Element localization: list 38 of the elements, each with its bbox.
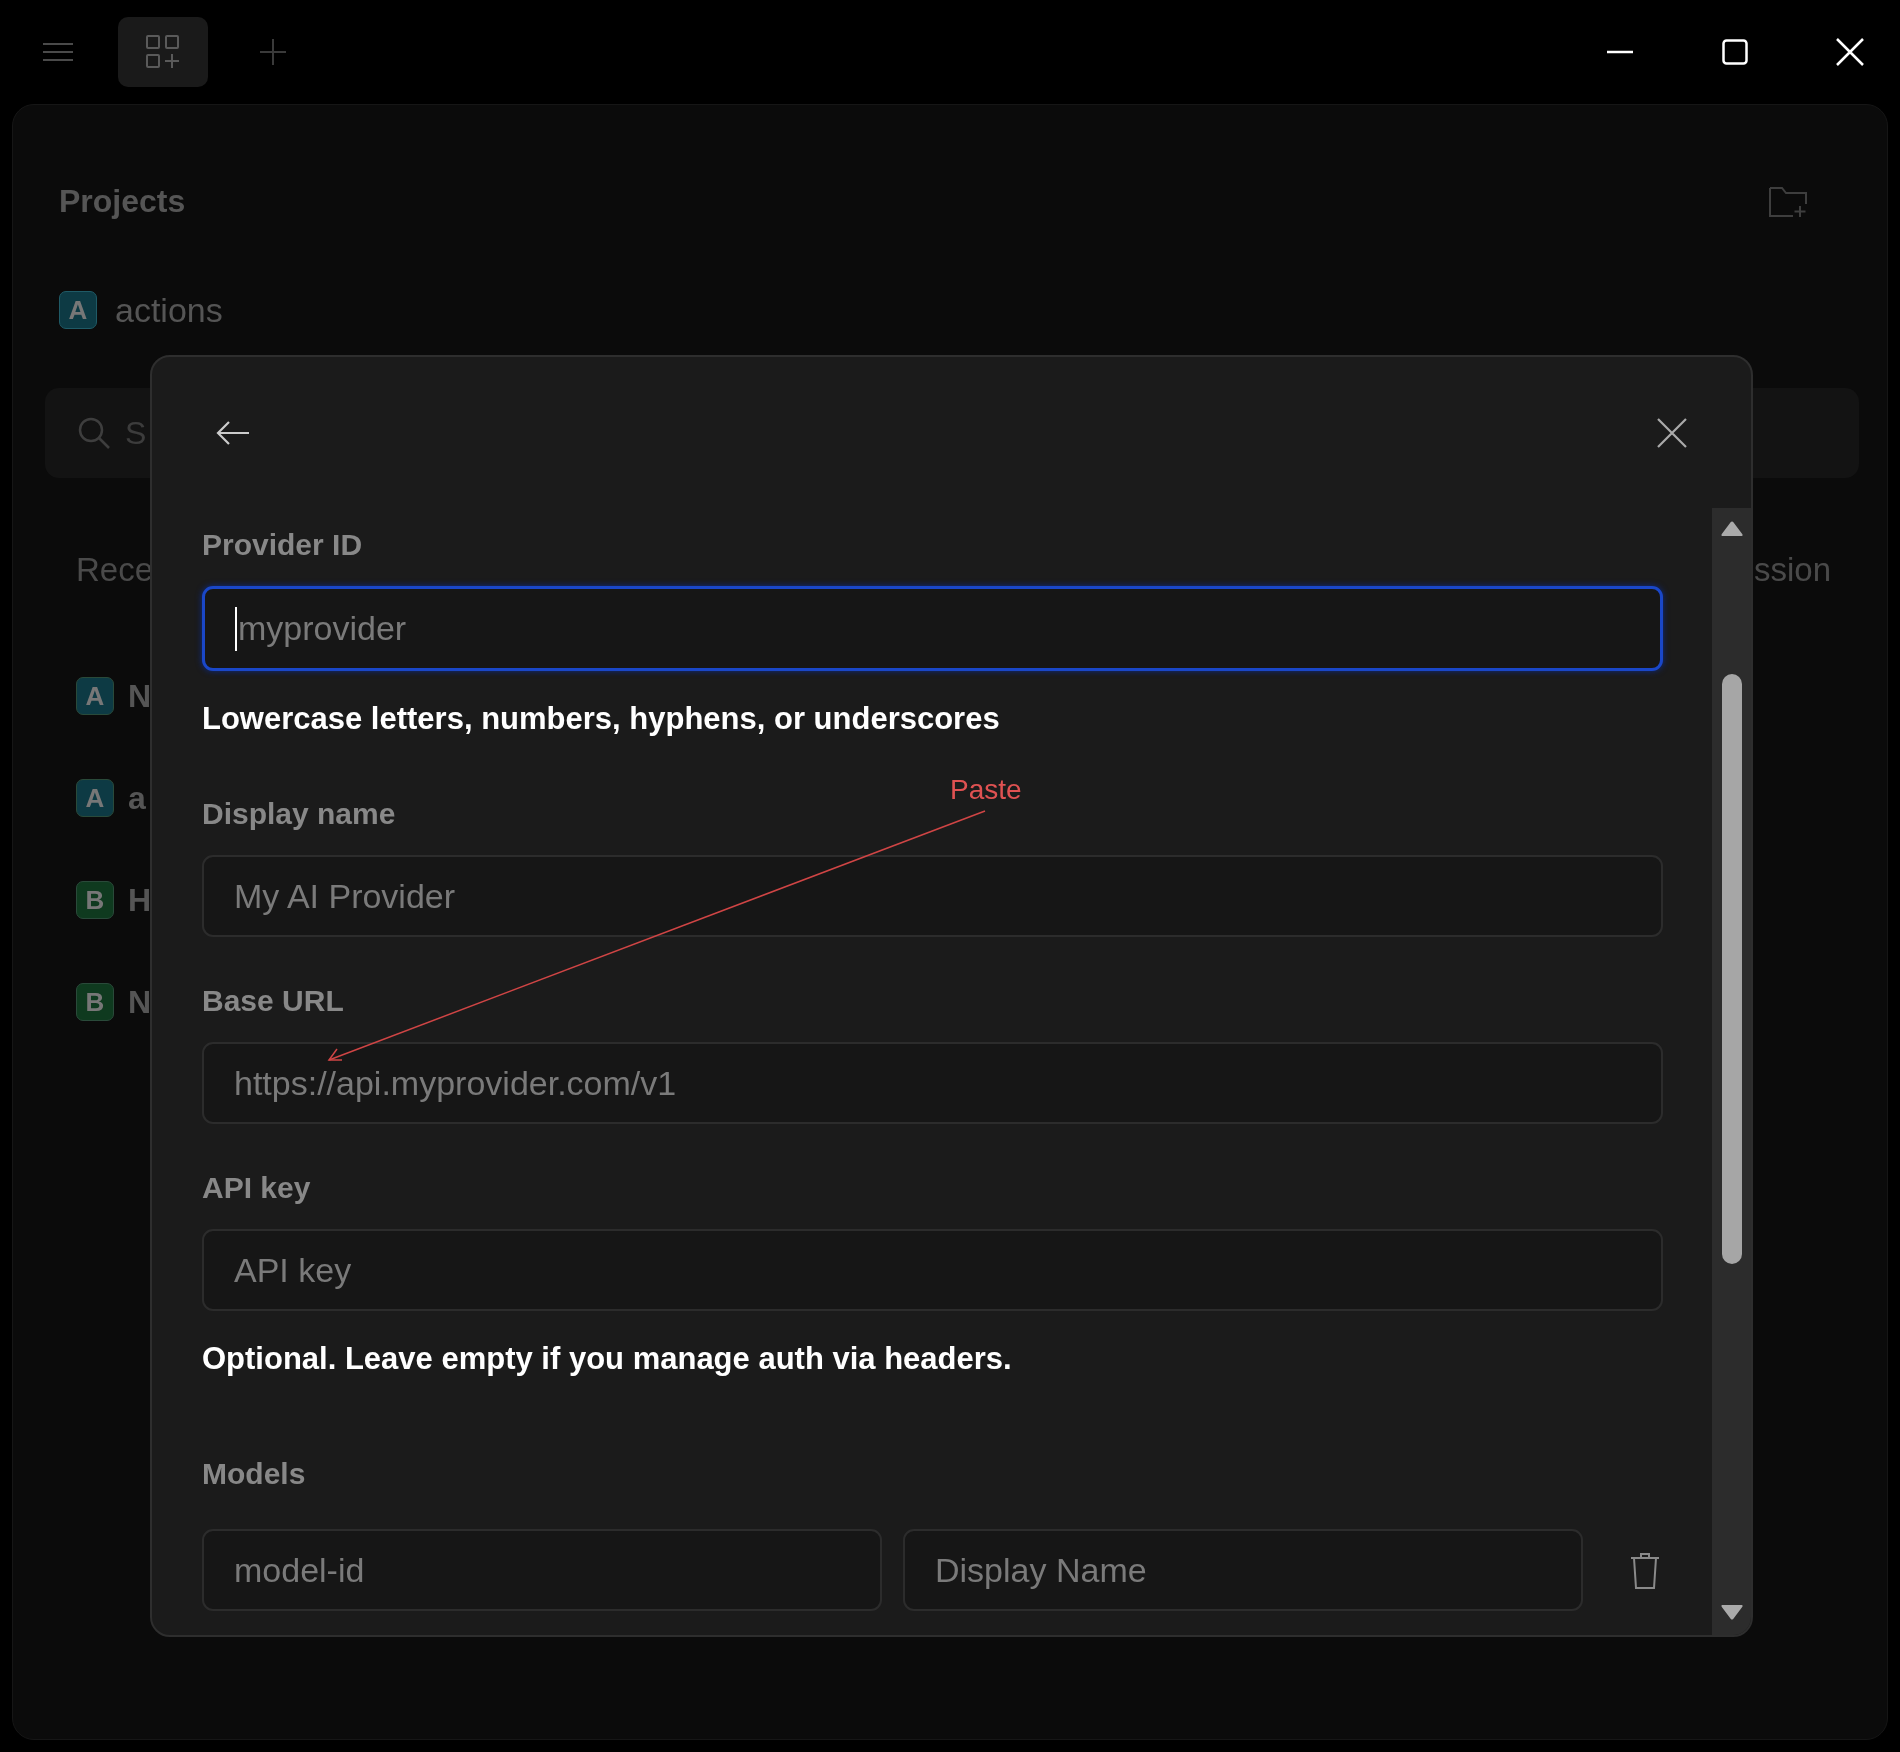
field-label: Base URL bbox=[202, 983, 345, 1019]
help-text: Optional. Leave empty if you manage auth via headers. bbox=[202, 1341, 1013, 1377]
scroll-down-icon[interactable] bbox=[1719, 1605, 1744, 1621]
help-text: Lowercase letters, numbers, hyphens, or underscores bbox=[202, 701, 1001, 737]
session-name[interactable]: a bbox=[128, 779, 146, 817]
scrollbar-thumb[interactable] bbox=[1721, 674, 1742, 1264]
field-label: Models bbox=[202, 1456, 307, 1492]
input-field[interactable]: API key bbox=[202, 1229, 1663, 1311]
section-title: Projects bbox=[59, 182, 186, 220]
input-field[interactable]: https://api.myprovider.com/v1 bbox=[202, 1042, 1663, 1124]
column-heading: ssion bbox=[1753, 551, 1831, 589]
close-icon[interactable] bbox=[1657, 417, 1687, 448]
field-label: Provider ID bbox=[202, 527, 364, 563]
input-field[interactable]: Display Name bbox=[903, 1529, 1583, 1611]
input-field[interactable]: myprovider bbox=[202, 586, 1663, 671]
project-badge: B bbox=[76, 983, 114, 1021]
input-field[interactable]: My AI Provider bbox=[202, 855, 1663, 937]
maximize-icon[interactable] bbox=[1722, 39, 1748, 65]
apps-button[interactable] bbox=[118, 17, 208, 87]
project-name[interactable]: actions bbox=[115, 290, 223, 330]
project-badge: A bbox=[76, 677, 114, 715]
session-name[interactable]: N bbox=[128, 677, 152, 715]
field-label: API key bbox=[202, 1170, 312, 1206]
project-badge: A bbox=[76, 779, 114, 817]
grid-plus-icon bbox=[145, 34, 181, 70]
project-badge: A bbox=[59, 291, 97, 329]
section-title: Rece bbox=[76, 551, 154, 589]
session-name[interactable]: H bbox=[128, 881, 152, 919]
input-field[interactable]: model-id bbox=[202, 1529, 882, 1611]
trash-icon[interactable] bbox=[1630, 1551, 1660, 1589]
scrollbar[interactable] bbox=[1712, 508, 1751, 1635]
project-badge: B bbox=[76, 881, 114, 919]
back-arrow-icon[interactable] bbox=[216, 420, 250, 445]
scroll-up-icon[interactable] bbox=[1719, 520, 1744, 536]
annotation-label: Paste bbox=[950, 774, 1022, 806]
field-label: Display name bbox=[202, 796, 397, 832]
search-icon bbox=[77, 416, 111, 450]
session-name[interactable]: N bbox=[128, 983, 152, 1021]
